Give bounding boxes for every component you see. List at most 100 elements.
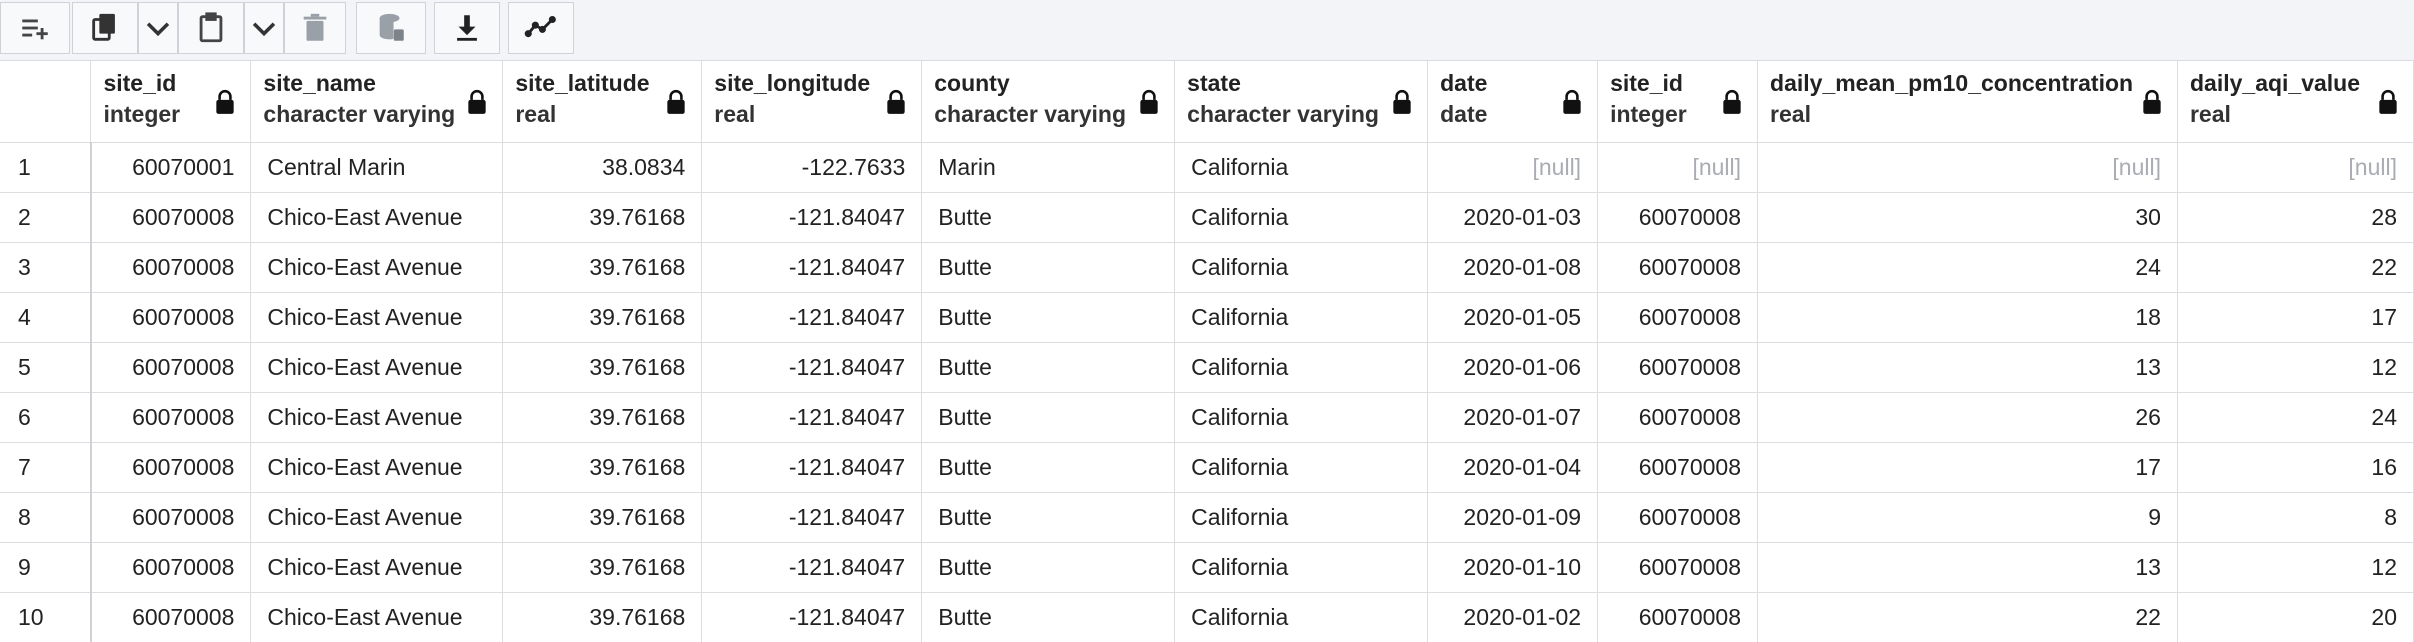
table-cell[interactable]: [null]: [2177, 142, 2414, 193]
table-cell[interactable]: California: [1174, 492, 1429, 543]
table-row[interactable]: 8 60070008 Chico-East Avenue 39.76168 -121.8…: [0, 492, 2414, 543]
table-cell[interactable]: 39.76168: [502, 292, 703, 343]
table-cell[interactable]: 39.76168: [502, 592, 703, 642]
table-cell[interactable]: 60070008: [90, 192, 252, 243]
table-cell[interactable]: 60070008: [1597, 342, 1759, 393]
table-cell[interactable]: Chico-East Avenue: [250, 442, 504, 493]
table-cell[interactable]: 60070008: [1597, 542, 1759, 593]
table-cell[interactable]: 60070008: [90, 292, 252, 343]
table-cell[interactable]: 60070008: [1597, 442, 1759, 493]
table-cell[interactable]: Butte: [921, 392, 1176, 443]
table-cell[interactable]: Chico-East Avenue: [250, 342, 504, 393]
table-cell[interactable]: 9: [1757, 492, 2178, 543]
column-header-site-id[interactable]: site_id integer: [90, 61, 252, 143]
table-cell[interactable]: 60070008: [1597, 242, 1759, 293]
table-cell[interactable]: Butte: [921, 492, 1176, 543]
column-header-site-id[interactable]: site_id integer: [1597, 61, 1759, 143]
table-cell[interactable]: [null]: [1597, 142, 1759, 193]
table-cell[interactable]: 60070008: [1597, 392, 1759, 443]
row-number[interactable]: 5: [0, 342, 92, 393]
table-cell[interactable]: -122.7633: [701, 142, 923, 193]
table-row[interactable]: 9 60070008 Chico-East Avenue 39.76168 -121.8…: [0, 542, 2414, 593]
table-cell[interactable]: Chico-East Avenue: [250, 242, 504, 293]
table-cell[interactable]: California: [1174, 242, 1429, 293]
table-cell[interactable]: 60070008: [1597, 592, 1759, 642]
table-cell[interactable]: 60070008: [90, 392, 252, 443]
table-cell[interactable]: 2020-01-08: [1427, 242, 1599, 293]
column-header-site-latitude[interactable]: site_latitude real: [502, 61, 703, 143]
table-cell[interactable]: 17: [1757, 442, 2178, 493]
table-cell[interactable]: 13: [1757, 542, 2178, 593]
table-cell[interactable]: 13: [1757, 342, 2178, 393]
table-cell[interactable]: [null]: [1757, 142, 2178, 193]
table-cell[interactable]: -121.84047: [701, 442, 923, 493]
table-cell[interactable]: 60070008: [1597, 292, 1759, 343]
table-cell[interactable]: 2020-01-10: [1427, 542, 1599, 593]
table-cell[interactable]: Butte: [921, 292, 1176, 343]
row-number[interactable]: 10: [0, 592, 92, 642]
table-cell[interactable]: California: [1174, 442, 1429, 493]
table-cell[interactable]: 60070008: [90, 442, 252, 493]
table-cell[interactable]: 2020-01-09: [1427, 492, 1599, 543]
table-cell[interactable]: California: [1174, 542, 1429, 593]
paste-button[interactable]: [178, 2, 244, 54]
table-cell[interactable]: Butte: [921, 592, 1176, 642]
table-cell[interactable]: 2020-01-03: [1427, 192, 1599, 243]
table-cell[interactable]: California: [1174, 342, 1429, 393]
table-cell[interactable]: 2020-01-06: [1427, 342, 1599, 393]
table-cell[interactable]: Chico-East Avenue: [250, 392, 504, 443]
table-cell[interactable]: 39.76168: [502, 542, 703, 593]
add-row-button[interactable]: [0, 2, 70, 54]
table-cell[interactable]: 30: [1757, 192, 2178, 243]
row-number[interactable]: 7: [0, 442, 92, 493]
row-number[interactable]: 6: [0, 392, 92, 443]
table-row[interactable]: 6 60070008 Chico-East Avenue 39.76168 -121.8…: [0, 392, 2414, 443]
table-cell[interactable]: 28: [2177, 192, 2414, 243]
table-cell[interactable]: 39.76168: [502, 342, 703, 393]
table-cell[interactable]: 17: [2177, 292, 2414, 343]
table-cell[interactable]: 22: [2177, 242, 2414, 293]
table-cell[interactable]: 16: [2177, 442, 2414, 493]
table-cell[interactable]: 2020-01-07: [1427, 392, 1599, 443]
table-cell[interactable]: 2020-01-02: [1427, 592, 1599, 642]
table-cell[interactable]: -121.84047: [701, 542, 923, 593]
table-row[interactable]: 3 60070008 Chico-East Avenue 39.76168 -121.8…: [0, 242, 2414, 293]
table-cell[interactable]: -121.84047: [701, 192, 923, 243]
table-cell[interactable]: Chico-East Avenue: [250, 192, 504, 243]
table-cell[interactable]: 20: [2177, 592, 2414, 642]
row-number[interactable]: 1: [0, 142, 92, 193]
table-cell[interactable]: 39.76168: [502, 442, 703, 493]
column-header-site-name[interactable]: site_name character varying: [250, 61, 504, 143]
table-cell[interactable]: 24: [1757, 242, 2178, 293]
table-cell[interactable]: 39.76168: [502, 492, 703, 543]
row-number[interactable]: 8: [0, 492, 92, 543]
table-cell[interactable]: -121.84047: [701, 292, 923, 343]
table-cell[interactable]: 39.76168: [502, 392, 703, 443]
column-header-county[interactable]: county character varying: [921, 61, 1176, 143]
table-cell[interactable]: Butte: [921, 342, 1176, 393]
table-cell[interactable]: Butte: [921, 542, 1176, 593]
table-cell[interactable]: 24: [2177, 392, 2414, 443]
column-header-state[interactable]: state character varying: [1174, 61, 1429, 143]
table-cell[interactable]: -121.84047: [701, 492, 923, 543]
row-number[interactable]: 4: [0, 292, 92, 343]
table-cell[interactable]: Butte: [921, 442, 1176, 493]
row-number-header[interactable]: [0, 61, 92, 143]
table-cell[interactable]: 60070008: [90, 542, 252, 593]
column-header-date[interactable]: date date: [1427, 61, 1599, 143]
table-cell[interactable]: 26: [1757, 392, 2178, 443]
table-cell[interactable]: [null]: [1427, 142, 1599, 193]
table-cell[interactable]: California: [1174, 192, 1429, 243]
save-data-button[interactable]: [356, 2, 426, 54]
table-cell[interactable]: -121.84047: [701, 342, 923, 393]
table-cell[interactable]: Chico-East Avenue: [250, 592, 504, 642]
table-cell[interactable]: Chico-East Avenue: [250, 292, 504, 343]
table-cell[interactable]: California: [1174, 392, 1429, 443]
table-cell[interactable]: 60070008: [1597, 192, 1759, 243]
table-cell[interactable]: -121.84047: [701, 242, 923, 293]
paste-options-dropdown[interactable]: [244, 2, 284, 54]
table-cell[interactable]: California: [1174, 142, 1429, 193]
table-cell[interactable]: Chico-East Avenue: [250, 492, 504, 543]
table-cell[interactable]: Marin: [921, 142, 1176, 193]
graph-button[interactable]: [508, 2, 574, 54]
